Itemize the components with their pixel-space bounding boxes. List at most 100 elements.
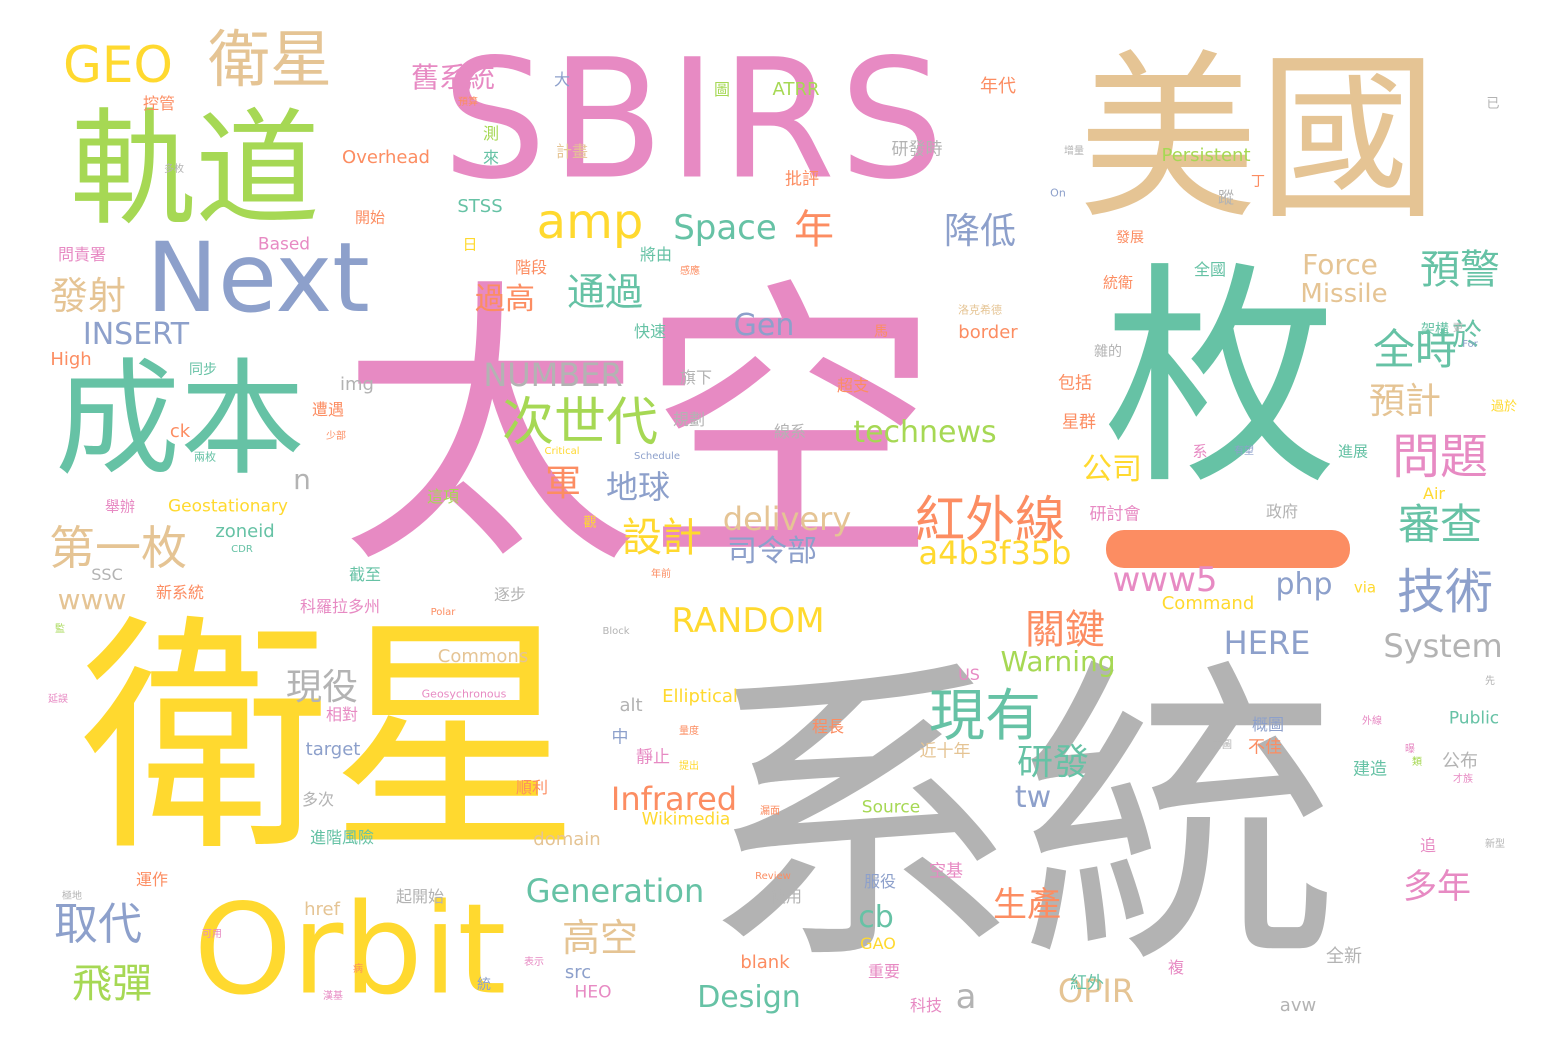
word-piping: 批評: [785, 169, 819, 190]
word-gao: GAO: [860, 934, 896, 953]
word-kaishi: 開始: [354, 208, 386, 227]
word-fashe: 發射: [49, 274, 127, 318]
word-weixing-small: 衛星: [207, 23, 333, 96]
word-heo: HEO: [574, 982, 612, 1003]
word-jinshinian: 近十年: [919, 741, 971, 762]
word-zhubu: 逐步: [493, 585, 527, 604]
word-lei: 類: [1412, 757, 1422, 768]
word-delivery: delivery: [722, 500, 852, 538]
word-duomei: 多枚: [164, 164, 184, 175]
word-review: Review: [755, 871, 791, 882]
word-jiangyou: 將由: [639, 245, 673, 264]
word-duonian: 多年: [1403, 867, 1471, 907]
word-href: href: [304, 899, 340, 920]
word-fuyi: 服役: [863, 872, 897, 891]
word-amp: amp: [536, 194, 644, 250]
word-random: RANDOM: [671, 601, 825, 641]
word-zong: 蹤: [1217, 188, 1235, 207]
word-jingzhi: 靜止: [636, 747, 670, 768]
word-border: border: [958, 322, 1018, 343]
word-zhongyao: 重要: [867, 962, 901, 981]
word-gaitu: 概圖: [1251, 715, 1285, 734]
word-avw: avw: [1279, 995, 1317, 1016]
word-here: HERE: [1223, 624, 1311, 662]
word-quanguo: 全國: [1193, 260, 1227, 279]
word-qudai: 取代: [54, 899, 142, 950]
word-lockheed: 洛克希德: [958, 303, 1002, 317]
word-www5: www5: [1112, 560, 1218, 600]
word-sbirs: SBIRS: [442, 23, 948, 216]
word-niandai: 年代: [980, 76, 1016, 97]
word-block: Block: [602, 626, 630, 637]
word-cloud: 太空 系統 衛星 SBIRS 美國 枚 軌道 成本 Orbit Next 衛星 …: [0, 0, 1548, 1052]
word-ck: ck: [169, 421, 191, 442]
word-tongwei: 統衛: [1102, 273, 1134, 292]
word-jinjie: 進階風險: [309, 828, 375, 847]
word-jishu: 技術: [1396, 564, 1494, 620]
word-hanji: 漢基: [323, 991, 343, 1002]
word-yanfa: 研發: [1016, 742, 1090, 783]
word-cdr: CDR: [231, 544, 253, 555]
word-shengchan: 生產: [993, 885, 1061, 925]
word-jianzao: 建造: [1353, 759, 1387, 780]
word-kongji: 空基: [929, 861, 963, 882]
word-yanwu: 延誤: [48, 694, 68, 705]
word-jihua: 計畫: [555, 142, 589, 161]
word-gongbu: 公布: [1442, 751, 1478, 772]
word-chengben: 成本: [55, 347, 305, 493]
word-baokuo: 包括: [1058, 373, 1092, 394]
word-schedule: Schedule: [634, 451, 680, 462]
word-tongguo: 通過: [566, 270, 644, 314]
word-silingbu: 司令部: [727, 534, 817, 569]
word-generation: Generation: [525, 872, 705, 910]
word-guoyu: 過於: [1490, 399, 1518, 415]
word-qixia: 旗下: [679, 368, 713, 387]
word-jun: 軍: [544, 463, 582, 504]
word-youwang: 有望: [1234, 446, 1254, 457]
word-tongbu: 同步: [189, 362, 217, 378]
word-keji: 科技: [909, 996, 943, 1015]
word-critical: Critical: [544, 446, 580, 457]
word-orbit: Orbit: [193, 877, 507, 1023]
word-fu: 複: [1167, 958, 1185, 977]
word-chaozhi: 超支: [836, 376, 870, 395]
word-tw: tw: [1014, 780, 1052, 815]
word-konguan: 控管: [142, 94, 176, 113]
word-guanjian: 關鍵: [1025, 607, 1105, 653]
word-atrr: ATRR: [772, 79, 820, 100]
word-bujia: 不佳: [1248, 737, 1282, 758]
word-shaobu: 少部: [326, 431, 346, 442]
word-php: php: [1275, 567, 1333, 602]
word-jiagou: 架構: [1421, 322, 1449, 338]
word-shiyong: 使用: [769, 887, 803, 906]
word-guan: 觀: [583, 515, 597, 531]
word-n: n: [293, 463, 311, 496]
word-cishidai: 次世代: [501, 393, 659, 453]
word-loumian: 漏面: [760, 806, 780, 817]
word-design: Design: [697, 980, 801, 1015]
word-duoci: 多次: [301, 790, 335, 809]
word-warning: Warning: [1000, 645, 1116, 678]
word-guidao: 軌道: [70, 97, 320, 243]
word-air: Air: [1423, 484, 1445, 503]
word-ce: 測: [482, 124, 500, 143]
word-diqiu: 地球: [605, 468, 671, 506]
word-zengliang: 增量: [1064, 146, 1084, 157]
word-geostationary: Geostationary: [167, 496, 289, 517]
word-a: a: [955, 977, 977, 1017]
word-source: Source: [861, 797, 921, 818]
word-ma: 馬: [874, 324, 888, 340]
word-qikaishi: 起開始: [395, 887, 445, 906]
word-jiezhi: 截至: [348, 565, 382, 584]
word-high: High: [50, 349, 92, 370]
word-ganying: 感應: [680, 266, 700, 277]
word-space: Space: [673, 208, 777, 248]
word-geo: GEO: [63, 36, 173, 94]
word-wenti: 問題: [1391, 429, 1489, 485]
word-xinxitong: 新系統: [155, 583, 205, 602]
word-yuji: 預計: [1368, 381, 1442, 422]
word-zhong: 中: [611, 727, 629, 748]
word-jinzhan: 進展: [1337, 442, 1369, 461]
word-biaoshi: 表示: [524, 957, 544, 968]
word-waixian: 外線: [1362, 716, 1382, 727]
